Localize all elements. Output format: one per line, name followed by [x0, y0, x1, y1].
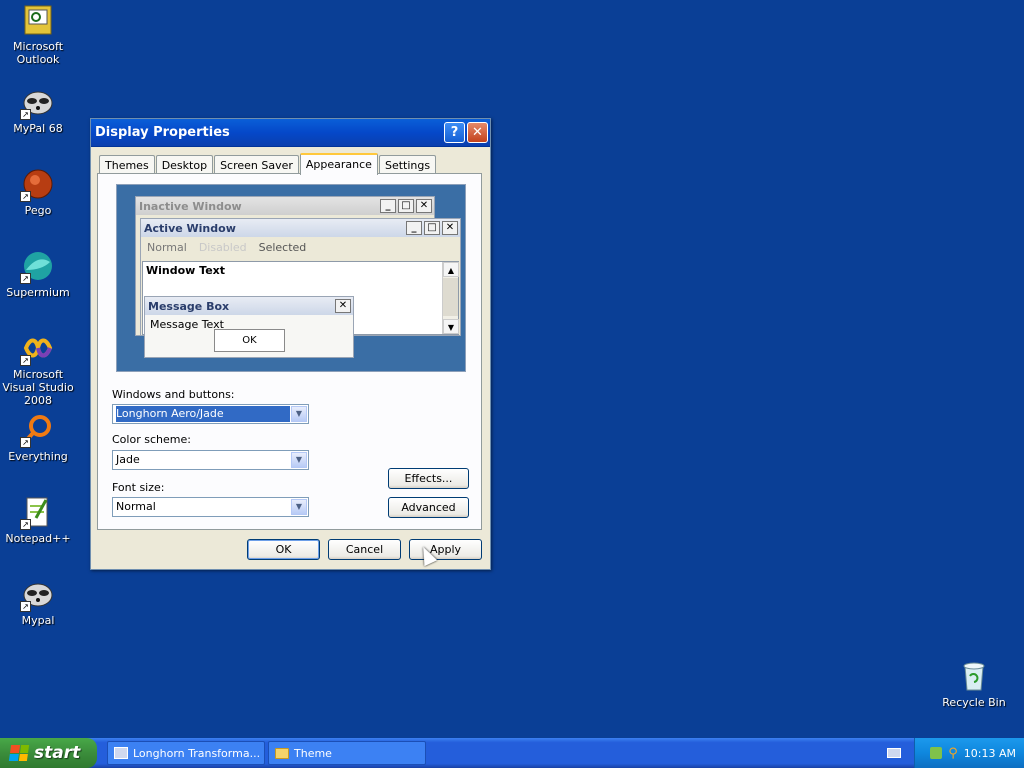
windows-buttons-select[interactable]: Longhorn Aero/Jade ▼ [112, 404, 309, 424]
taskbar-item-label: Longhorn Transforma... [133, 746, 261, 760]
menu-disabled: Disabled [198, 240, 247, 254]
tab-themes[interactable]: Themes [99, 155, 155, 174]
menu-selected: Selected [258, 240, 307, 254]
color-scheme-select[interactable]: Jade ▼ [112, 450, 309, 470]
font-size-value: Normal [116, 500, 156, 513]
effects-button[interactable]: Effects... [388, 468, 469, 489]
desktop-icon-visual-studio[interactable]: ↗ Microsoft Visual Studio 2008 [0, 332, 76, 407]
desktop-icon-label: MyPal 68 [13, 122, 63, 135]
color-scheme-value: Jade [116, 453, 140, 466]
folder-icon [275, 747, 289, 759]
preview-message-box: Message Box ✕ Message Text OK [144, 296, 354, 358]
minimize-icon: _ [406, 221, 422, 235]
network-icon[interactable] [930, 747, 943, 759]
desktop-icon-pego[interactable]: ↗ Pego [0, 168, 76, 217]
close-icon: ✕ [442, 221, 458, 235]
display-properties-window: Display Properties ? ✕ Themes Desktop Sc… [90, 118, 491, 570]
search-icon[interactable]: ⚲ [948, 746, 958, 761]
menu-normal: Normal [147, 240, 187, 254]
desktop-icon-everything[interactable]: ↗ Everything [0, 414, 76, 463]
desktop-icon-recycle-bin[interactable]: Recycle Bin [936, 660, 1012, 709]
color-scheme-label: Color scheme: [112, 433, 191, 446]
start-label: start [34, 743, 81, 763]
desktop-icon-label: Pego [24, 204, 52, 217]
tab-appearance[interactable]: Appearance [299, 153, 378, 175]
font-size-label: Font size: [112, 481, 165, 494]
preview-scrollbar: ▲ ▼ [442, 262, 459, 334]
mypal-icon: ↗ [20, 578, 54, 612]
minimize-icon: _ [380, 199, 396, 213]
tab-desktop[interactable]: Desktop [155, 155, 214, 174]
close-icon: ✕ [416, 199, 432, 213]
system-tray: ⚲ 10:13 AM [914, 738, 1024, 768]
tab-screen-saver[interactable]: Screen Saver [214, 155, 299, 174]
preview-ok-button: OK [214, 329, 285, 352]
title-bar[interactable]: Display Properties ? ✕ [91, 119, 490, 147]
windows-buttons-value: Longhorn Aero/Jade [116, 406, 290, 422]
outlook-icon [22, 4, 54, 36]
appearance-panel: Inactive Window _ □ ✕ Active Window _ □ … [97, 173, 482, 530]
scroll-up-icon: ▲ [443, 262, 459, 277]
taskbar-item-theme[interactable]: Theme [268, 741, 426, 765]
start-button[interactable]: start [0, 738, 97, 768]
visual-studio-icon: ↗ [20, 332, 54, 366]
window-text-label: Window Text [146, 264, 226, 277]
desktop-icon-label: Recycle Bin [942, 696, 1006, 709]
scroll-down-icon: ▼ [443, 319, 459, 334]
message-box-title: Message Box [148, 299, 230, 313]
pego-icon: ↗ [20, 168, 54, 202]
desktop-icon-supermium[interactable]: ↗ Supermium [0, 250, 76, 299]
maximize-icon: □ [398, 199, 414, 213]
windows-logo-icon [8, 745, 30, 761]
chevron-down-icon[interactable]: ▼ [291, 452, 307, 468]
appearance-preview: Inactive Window _ □ ✕ Active Window _ □ … [116, 184, 466, 372]
chevron-down-icon[interactable]: ▼ [291, 499, 307, 515]
desktop-icon-notepadpp[interactable]: ↗ Notepad++ [0, 496, 76, 545]
scroll-thumb [443, 278, 458, 316]
supermium-icon: ↗ [20, 250, 54, 284]
clock[interactable]: 10:13 AM [964, 747, 1016, 760]
cancel-button[interactable]: Cancel [328, 539, 401, 560]
active-window-title: Active Window [144, 221, 236, 235]
everything-icon: ↗ [20, 414, 54, 448]
desktop-icon-label: Microsoft Visual Studio 2008 [2, 368, 74, 407]
tab-settings[interactable]: Settings [378, 155, 437, 174]
maximize-icon: □ [424, 221, 440, 235]
font-size-select[interactable]: Normal ▼ [112, 497, 309, 517]
help-button[interactable]: ? [444, 122, 465, 143]
desktop-icon-mypal[interactable]: ↗ Mypal [0, 578, 76, 627]
desktop-icon-label: Mypal [21, 614, 55, 627]
desktop-icon-mypal68[interactable]: ↗ MyPal 68 [0, 86, 76, 135]
preview-menu-bar: Normal Disabled Selected [141, 237, 460, 257]
close-button[interactable]: ✕ [467, 122, 488, 143]
tab-strip: Themes Desktop Screen Saver Appearance S… [99, 153, 437, 175]
desktop-icon-outlook[interactable]: Microsoft Outlook [0, 4, 76, 66]
advanced-button[interactable]: Advanced [388, 497, 469, 518]
desktop-icon-label: Everything [8, 450, 68, 463]
display-properties-icon [114, 747, 128, 759]
desktop-icon-label: Notepad++ [5, 532, 71, 545]
desktop-icon-label: Supermium [6, 286, 70, 299]
close-icon: ✕ [335, 299, 351, 313]
taskbar-item-label: Theme [294, 746, 332, 760]
notepadpp-icon: ↗ [20, 496, 54, 530]
inactive-window-title: Inactive Window [139, 199, 242, 213]
keyboard-icon[interactable] [887, 748, 901, 758]
recycle-bin-icon [958, 660, 990, 692]
chevron-down-icon[interactable]: ▼ [291, 406, 307, 422]
ok-button[interactable]: OK [247, 539, 320, 560]
windows-buttons-label: Windows and buttons: [112, 388, 235, 401]
taskbar-item-longhorn[interactable]: Longhorn Transforma... [107, 741, 265, 765]
mypal-icon: ↗ [20, 86, 54, 120]
desktop-icon-label: Microsoft Outlook [12, 40, 64, 66]
window-title: Display Properties [95, 125, 230, 140]
